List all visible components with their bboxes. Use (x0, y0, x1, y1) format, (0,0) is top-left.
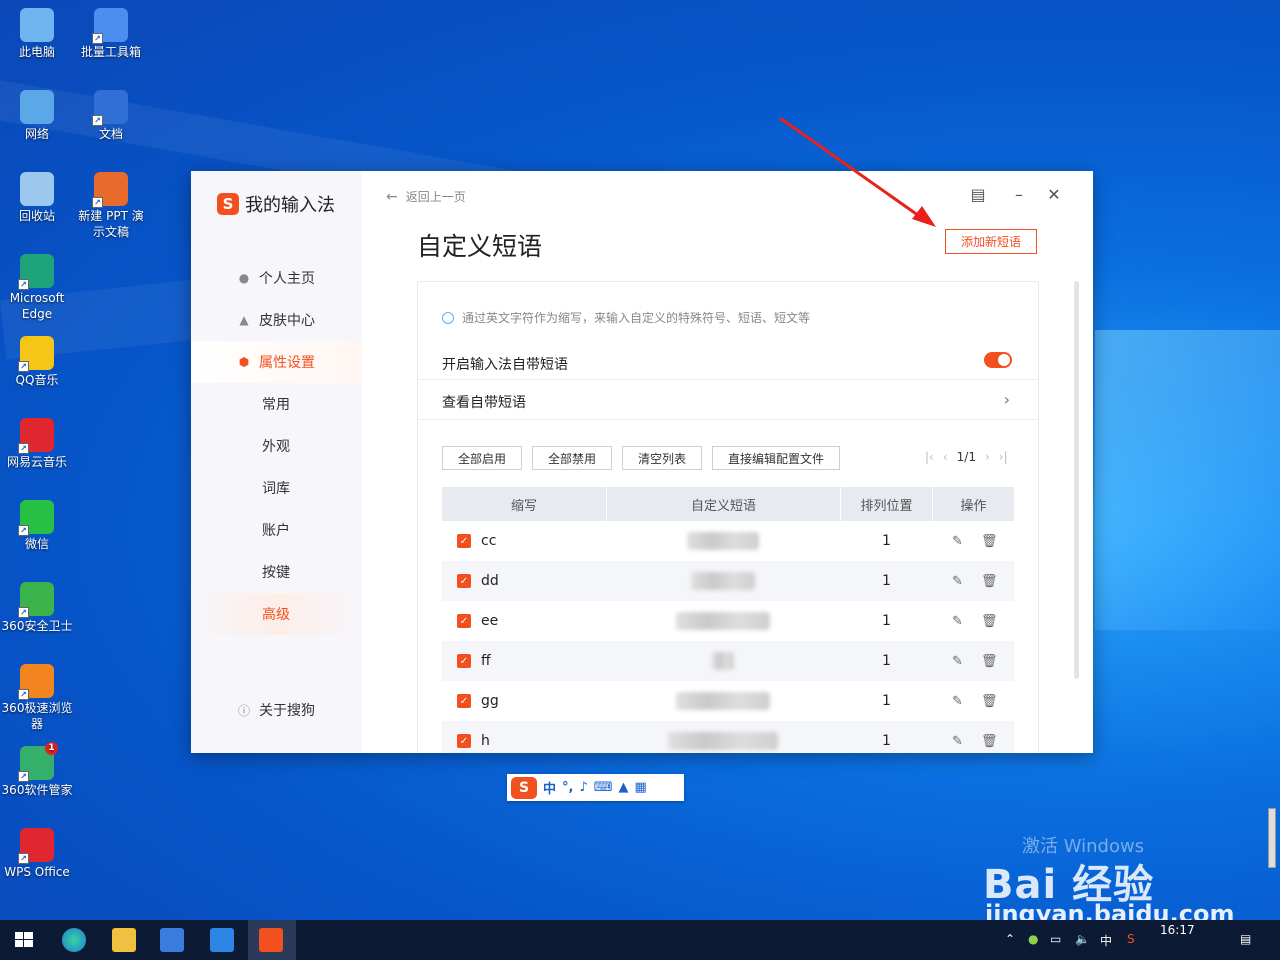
file-explorer-icon[interactable] (112, 928, 136, 952)
store-icon[interactable] (160, 928, 184, 952)
tray-expand-icon[interactable]: ⌃ (1005, 932, 1015, 946)
network-tray-icon[interactable]: ▭ (1050, 932, 1061, 946)
clock[interactable]: 16:17 (1160, 922, 1195, 938)
notification-icon[interactable]: ▤ (1240, 932, 1251, 946)
taskbar: ⌃ ● ▭ 🔈 中 S 16:17 ▤ (0, 920, 1280, 960)
start-icon[interactable] (12, 928, 36, 952)
ime-mode-tray[interactable]: 中 (1100, 932, 1112, 949)
sogou-taskbar-icon[interactable] (259, 928, 283, 952)
volume-icon[interactable]: 🔈 (1075, 932, 1090, 946)
sogou-tray-icon[interactable]: S (1127, 932, 1135, 946)
edge-taskbar-icon[interactable] (62, 928, 86, 952)
annotation-arrow (779, 116, 936, 227)
edge-scroll-handle (1268, 808, 1276, 868)
mail-icon[interactable] (210, 928, 234, 952)
360-tray-icon[interactable]: ● (1028, 932, 1038, 946)
clock-time: 16:17 (1160, 923, 1195, 937)
